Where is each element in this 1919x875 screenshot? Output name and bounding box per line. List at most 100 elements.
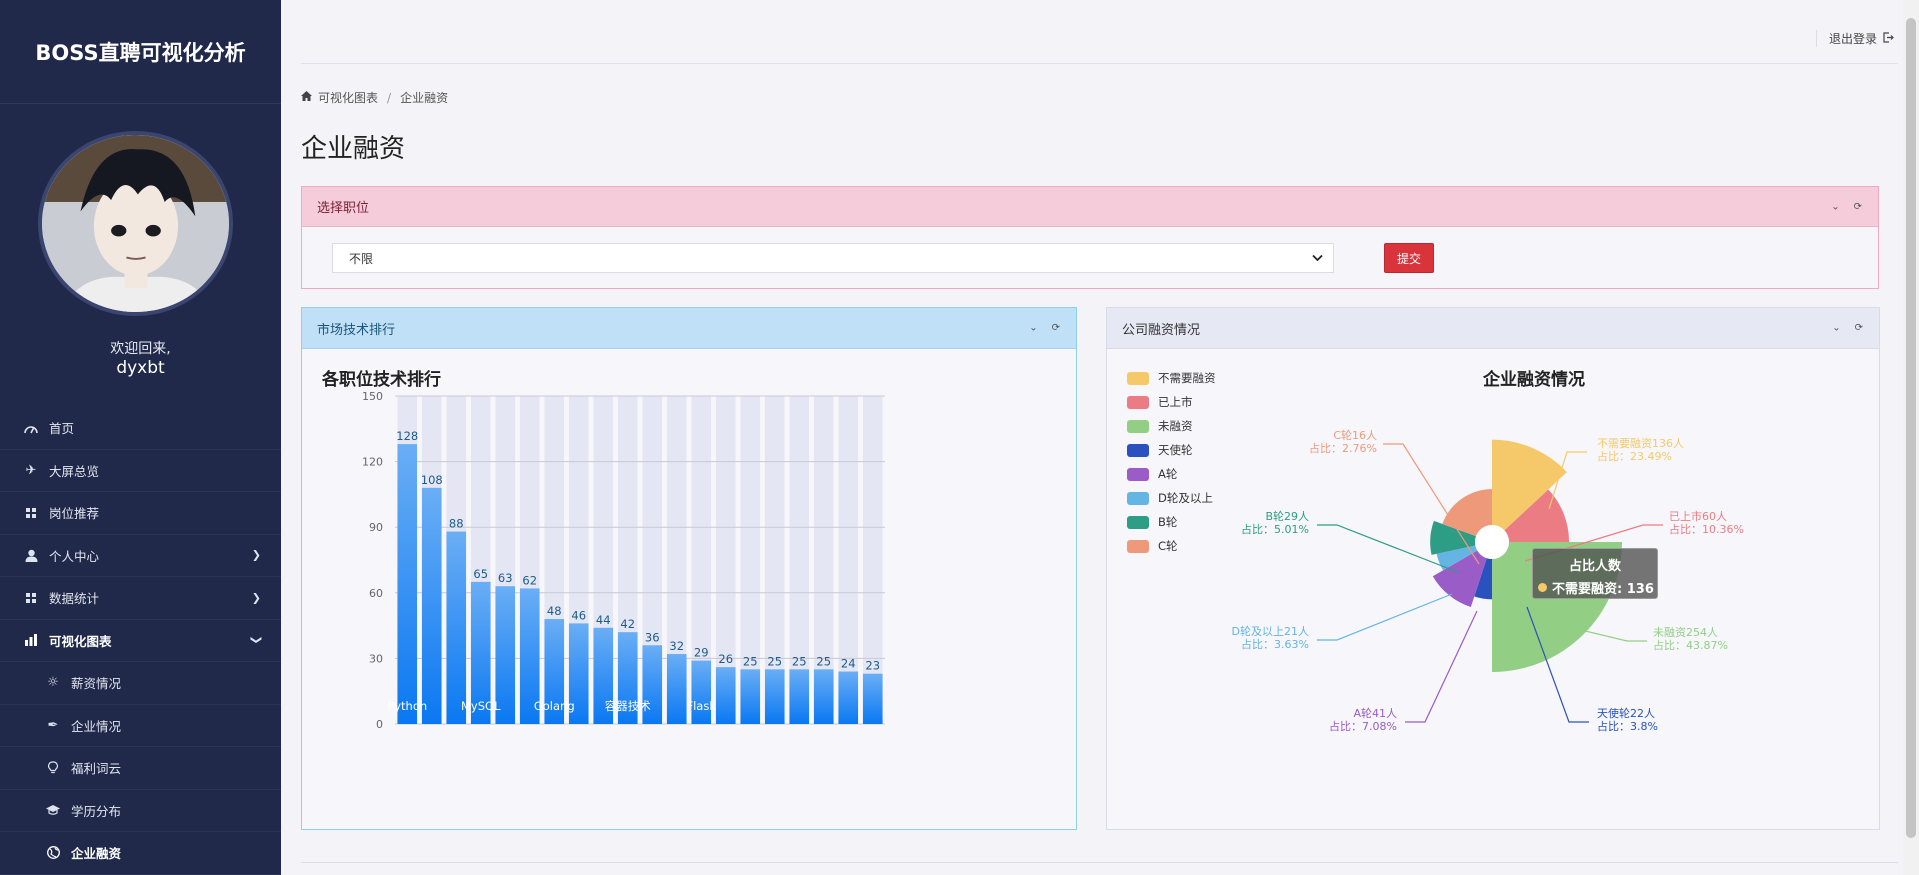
sidebar-item-home[interactable]: 首页 (0, 407, 281, 450)
breadcrumb-current: 企业融资 (400, 91, 449, 105)
sidebar-item-overview[interactable]: ✈ 大屏总览 (0, 450, 281, 492)
panel-header: 市场技术排行 ⌄ ⟳ (302, 308, 1076, 349)
refresh-icon[interactable]: ⟳ (1854, 201, 1862, 212)
username: dyxbt (116, 358, 165, 378)
main-content: 退出登录 可视化图表 / 企业融资 企业融资 选择职位 ⌄ ⟳ 不限 提交 市场… (281, 0, 1919, 875)
bar[interactable] (838, 671, 859, 724)
sidebar-item-label: 大屏总览 (49, 463, 100, 479)
sidebar-item-label: 数据统计 (49, 591, 100, 607)
slice-label: 未融资254人 (1653, 626, 1718, 639)
sidebar-item-label: 企业融资 (71, 846, 122, 862)
panel-tools: ⌄ ⟳ (1029, 323, 1060, 334)
airplane-icon: ✈ (25, 462, 37, 478)
bar[interactable] (764, 669, 785, 724)
y-tick-label: 30 (369, 652, 383, 665)
tooltip-value: 不需要融资: 136 (1552, 582, 1654, 597)
data-label: 26 (718, 652, 733, 666)
top-bar: 退出登录 (301, 20, 1898, 64)
pie-center (1475, 525, 1509, 559)
bar[interactable] (715, 667, 736, 724)
sidebar-subitem-welfare[interactable]: 福利词云 (0, 747, 281, 790)
home-icon[interactable] (301, 91, 312, 104)
slice-percent: 占比：23.49% (1597, 449, 1672, 463)
collapse-icon[interactable]: ⌄ (1832, 323, 1840, 334)
footer-divider (301, 862, 1898, 863)
sidebar-subitem-company[interactable]: ✒ 企业情况 (0, 705, 281, 747)
data-label: 88 (449, 517, 464, 531)
job-select-value: 不限 (349, 251, 374, 266)
panel-tools: ⌄ ⟳ (1832, 323, 1863, 334)
sidebar-item-charts[interactable]: 可视化图表 ❯ (0, 620, 281, 662)
bar[interactable] (862, 673, 883, 724)
breadcrumb: 可视化图表 / 企业融资 (301, 89, 448, 106)
scrollbar[interactable] (1903, 0, 1919, 875)
bar[interactable] (397, 444, 418, 724)
logout-label: 退出登录 (1828, 32, 1877, 46)
data-label: 128 (396, 429, 418, 443)
sidebar-item-statistics[interactable]: 数据统计 ❯ (0, 577, 281, 620)
job-select[interactable]: 不限 (332, 243, 1334, 273)
bar[interactable] (789, 669, 810, 724)
collapse-icon[interactable]: ⌄ (1029, 323, 1037, 334)
bar[interactable] (813, 669, 834, 724)
data-label: 23 (865, 659, 880, 673)
page-title: 企业融资 (301, 134, 406, 164)
bar[interactable] (740, 669, 761, 724)
data-label: 25 (743, 654, 758, 668)
leader-line (1405, 610, 1478, 723)
dashboard-icon (22, 422, 40, 434)
sidebar-subitem-financing[interactable]: 企业融资 (0, 832, 281, 875)
slice-percent: 占比：2.76% (1309, 441, 1377, 455)
sidebar-item-profile[interactable]: 个人中心 ❯ (0, 535, 281, 577)
y-tick-label: 120 (362, 456, 383, 469)
sidebar-item-label: 企业情况 (71, 718, 122, 734)
sidebar-item-job-recommend[interactable]: 岗位推荐 (0, 492, 281, 535)
y-tick-label: 90 (369, 521, 383, 534)
bar-chart-icon (22, 634, 40, 647)
slice-label: B轮29人 (1265, 509, 1309, 523)
data-label: 29 (694, 646, 709, 660)
panel-header: 选择职位 ⌄ ⟳ (302, 187, 1878, 227)
y-tick-label: 0 (376, 718, 383, 731)
avatar (38, 131, 233, 316)
scrollbar-thumb[interactable] (1906, 18, 1916, 838)
slice-label: C轮16人 (1333, 428, 1377, 442)
rose-pie-chart: 不需要融资136人占比：23.49% 已上市60人占比：10.36% 未融资254人… (1232, 428, 1744, 733)
bar[interactable] (446, 531, 467, 724)
refresh-icon[interactable]: ⟳ (1052, 323, 1060, 334)
tooltip-dot (1538, 583, 1547, 592)
sidebar-subitem-salary[interactable]: ☼ 薪资情况 (0, 662, 281, 705)
data-label: 108 (421, 473, 443, 487)
logout-button[interactable]: 退出登录 (1815, 30, 1894, 47)
slice-label: 天使轮22人 (1597, 706, 1655, 720)
data-label: 62 (522, 573, 537, 587)
x-tick-label: Flask (686, 699, 716, 713)
data-label: 24 (841, 657, 856, 671)
submit-button[interactable]: 提交 (1384, 243, 1434, 273)
sidebar-subitem-education[interactable]: 学历分布 (0, 790, 281, 832)
bar[interactable] (666, 654, 687, 724)
sidebar-item-label: 首页 (49, 421, 75, 437)
sidebar-item-label: 可视化图表 (49, 633, 112, 649)
brand-title: BOSS直聘可视化分析 (0, 0, 281, 104)
data-label: 25 (792, 654, 807, 668)
breadcrumb-separator: / (387, 90, 392, 105)
data-label: 36 (645, 630, 660, 644)
chevron-down-icon (1312, 251, 1323, 265)
chevron-right-icon: ❯ (251, 548, 261, 562)
feather-icon: ✒ (47, 717, 59, 733)
breadcrumb-link-charts[interactable]: 可视化图表 (318, 89, 378, 106)
data-label: 46 (571, 608, 586, 622)
leader-line (1317, 593, 1453, 641)
bar[interactable] (421, 487, 442, 724)
chart-tooltip: 占比人数 不需要融资: 136 (1532, 548, 1658, 599)
refresh-icon[interactable]: ⟳ (1855, 323, 1863, 334)
slice-label: A轮41人 (1353, 706, 1397, 720)
leader-line (1576, 628, 1647, 642)
bulb-icon (44, 761, 62, 774)
bar[interactable] (691, 660, 712, 724)
avatar-image (42, 135, 229, 312)
globe-icon (44, 846, 62, 860)
tooltip-row: 不需要融资: 136 (1533, 578, 1657, 597)
collapse-icon[interactable]: ⌄ (1831, 201, 1839, 212)
